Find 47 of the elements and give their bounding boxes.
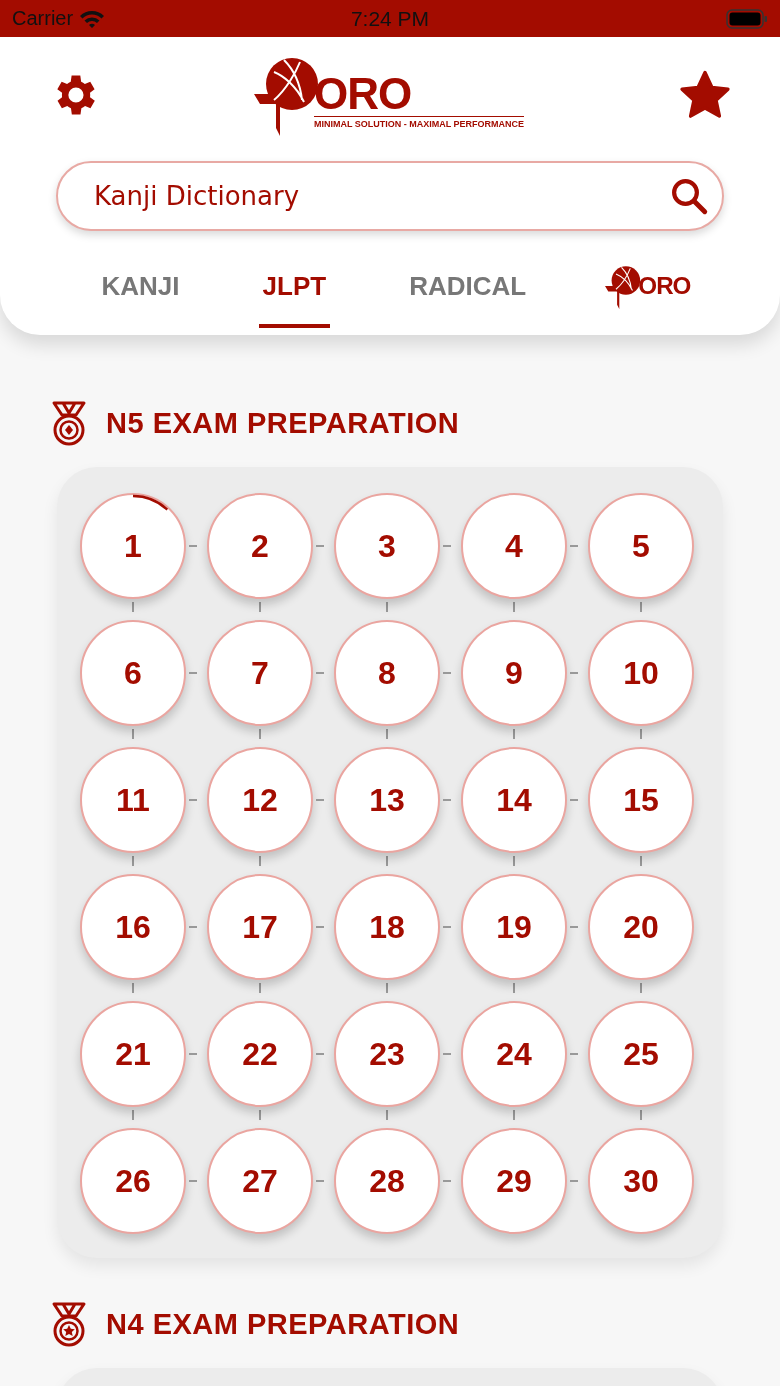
- lesson-button[interactable]: 25: [588, 1001, 694, 1107]
- lesson-button[interactable]: 10: [588, 620, 694, 726]
- lesson-button[interactable]: 9: [461, 620, 567, 726]
- lesson-button[interactable]: 2: [207, 493, 313, 599]
- lesson-button[interactable]: 18: [334, 874, 440, 980]
- tab[interactable]: JLPT: [258, 249, 331, 328]
- lesson-button[interactable]: 14: [461, 747, 567, 853]
- wifi-icon: [79, 8, 106, 29]
- status-time: 7:24 PM: [350, 6, 430, 31]
- lesson-button[interactable]: 20: [588, 874, 694, 980]
- tab[interactable]: KANJI: [97, 249, 184, 328]
- lesson-button[interactable]: 8: [334, 620, 440, 726]
- lesson-button[interactable]: 16: [80, 874, 186, 980]
- lesson-button[interactable]: 7: [207, 620, 313, 726]
- lesson-button[interactable]: 12: [207, 747, 313, 853]
- lesson-button[interactable]: 27: [207, 1128, 313, 1234]
- logo-text: ORO: [313, 71, 413, 116]
- search-field[interactable]: Kanji Dictionary: [56, 161, 724, 231]
- lesson-button[interactable]: 11: [80, 747, 186, 853]
- star-icon[interactable]: [678, 68, 732, 121]
- lesson-button[interactable]: 6: [80, 620, 186, 726]
- lesson-button[interactable]: 26: [80, 1128, 186, 1234]
- logo-text: ORO: [638, 273, 691, 299]
- lesson-button[interactable]: 15: [588, 747, 694, 853]
- logo-tagline: MINIMAL SOLUTION - MAXIMAL PERFORMANCE: [313, 115, 525, 129]
- lesson-button[interactable]: 5: [588, 493, 694, 599]
- lesson-button[interactable]: 30: [588, 1128, 694, 1234]
- section-title: N5 EXAM PREPARATION: [106, 406, 460, 440]
- lesson-button[interactable]: 24: [461, 1001, 567, 1107]
- lesson-button[interactable]: 17: [207, 874, 313, 980]
- section-title: N4 EXAM PREPARATION: [106, 1307, 460, 1341]
- lesson-button[interactable]: 23: [334, 1001, 440, 1107]
- lesson-button[interactable]: 29: [461, 1128, 567, 1234]
- medal-icon: [50, 399, 88, 447]
- lesson-button[interactable]: 19: [461, 874, 567, 980]
- lesson-button[interactable]: 21: [80, 1001, 186, 1107]
- battery-icon: [726, 8, 768, 29]
- carrier-label: Carrier: [12, 7, 74, 30]
- medal-icon: [50, 1300, 88, 1348]
- lesson-button[interactable]: 3: [334, 493, 440, 599]
- lesson-button[interactable]: 1: [80, 493, 186, 599]
- lesson-button[interactable]: 28: [334, 1128, 440, 1234]
- lesson-button[interactable]: 13: [334, 747, 440, 853]
- logo-tab[interactable]: ORO: [605, 249, 691, 328]
- tab[interactable]: RADICAL: [405, 249, 531, 328]
- lesson-button[interactable]: 4: [461, 493, 567, 599]
- lesson-button[interactable]: 22: [207, 1001, 313, 1107]
